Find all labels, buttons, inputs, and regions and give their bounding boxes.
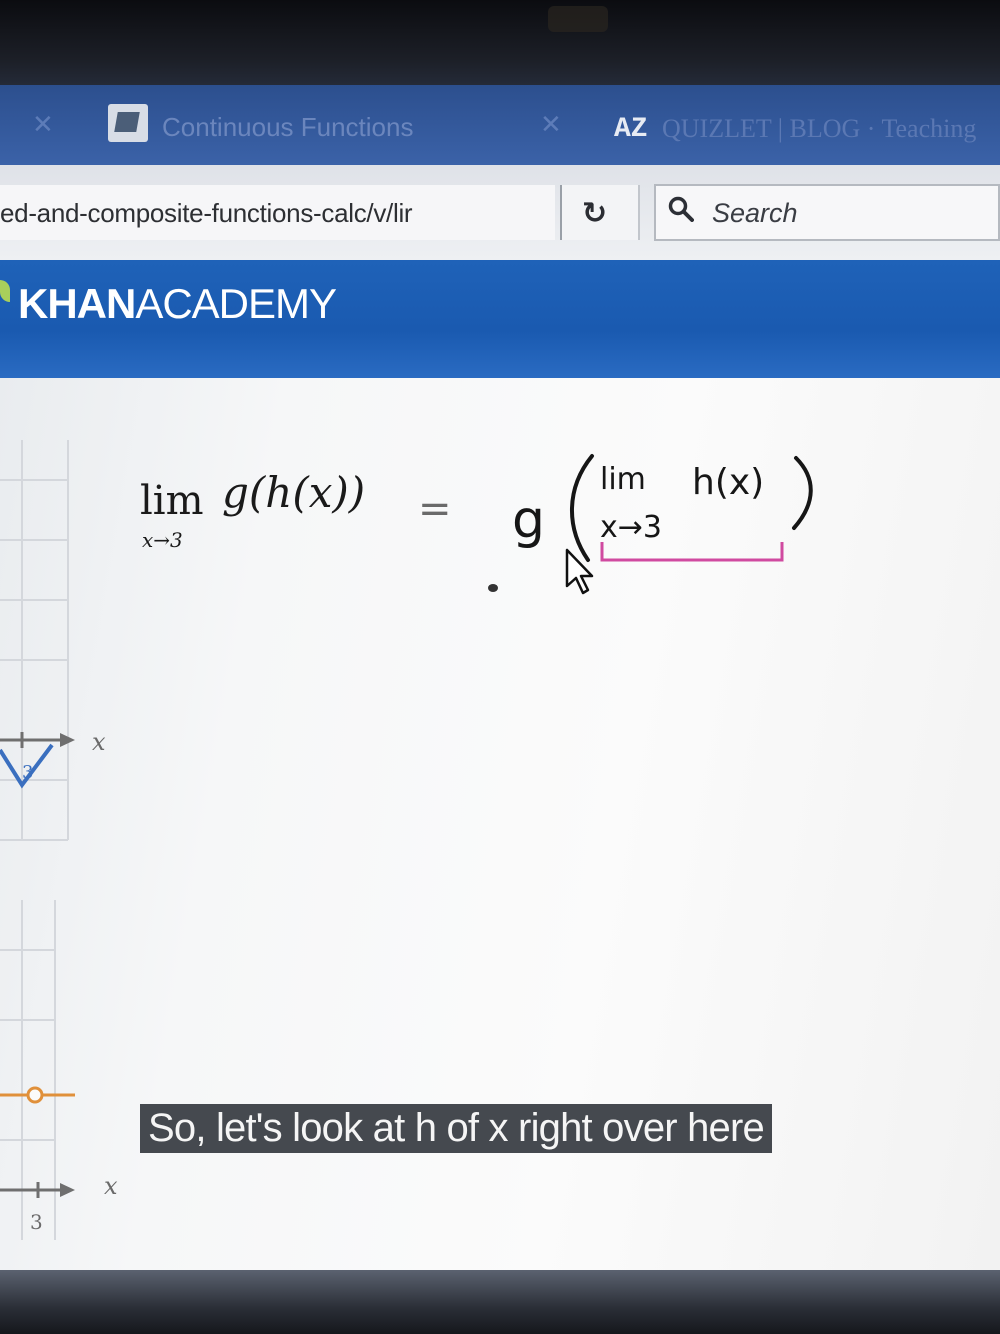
limit-operator: lim bbox=[140, 478, 204, 524]
search-placeholder[interactable]: Search bbox=[712, 198, 798, 229]
logo-regular-text: ACADEMY bbox=[135, 280, 337, 327]
pen-dot bbox=[488, 584, 498, 592]
monitor-bezel-top bbox=[0, 0, 1000, 85]
graph-panel bbox=[0, 440, 75, 1240]
equals-sign: = bbox=[418, 486, 452, 532]
tab-quizlet[interactable]: QUIZLET | BLOG · Teaching bbox=[662, 114, 976, 144]
limit-subscript: x→3 bbox=[142, 528, 183, 552]
khan-academy-logo[interactable]: KHANACADEMY bbox=[18, 280, 337, 328]
khan-favicon-icon bbox=[108, 104, 148, 142]
mouse-cursor-icon bbox=[565, 548, 594, 595]
handwritten-h-of-x: h(x) bbox=[692, 462, 765, 503]
underline-bracket bbox=[600, 542, 784, 562]
refresh-icon[interactable]: ↻ bbox=[582, 196, 607, 231]
close-tab-icon[interactable]: ✕ bbox=[540, 110, 562, 140]
composite-expression: g(h(x)) bbox=[222, 468, 366, 517]
quizlet-favicon-icon: AZ bbox=[614, 114, 648, 145]
tab-continuous-functions[interactable]: Continuous Functions bbox=[162, 112, 413, 143]
logo-bold-text: KHAN bbox=[18, 280, 136, 327]
handwritten-lim: lim bbox=[600, 462, 646, 497]
video-caption: So, let's look at h of x right over here bbox=[140, 1104, 772, 1153]
x-axis-tick-label: 3 bbox=[22, 762, 34, 783]
address-bar-url[interactable]: ed-and-composite-functions-calc/v/lir bbox=[0, 198, 413, 229]
x-axis-tick-label: 3 bbox=[30, 1210, 43, 1234]
x-axis-label: x bbox=[92, 728, 106, 756]
x-axis-label: x bbox=[104, 1172, 118, 1200]
webcam bbox=[548, 6, 608, 32]
handwritten-g: g bbox=[512, 490, 546, 550]
monitor-bezel-bottom bbox=[0, 1270, 1000, 1334]
search-icon bbox=[668, 196, 694, 222]
close-tab-icon[interactable]: ✕ bbox=[32, 110, 54, 140]
search-input[interactable] bbox=[654, 184, 1000, 241]
